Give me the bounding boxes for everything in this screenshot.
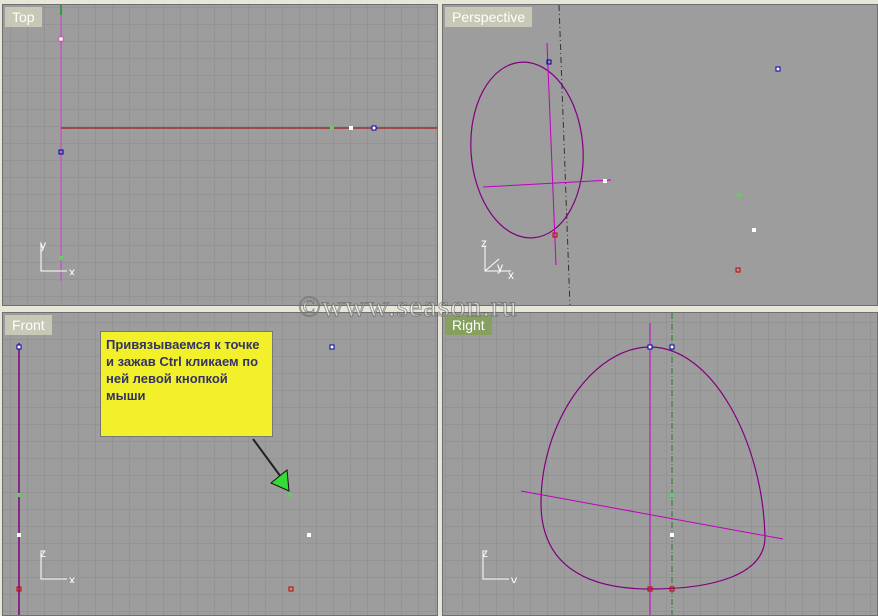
callout-note: Привязываемся к точке и зажав Ctrl клика… [100, 331, 273, 437]
axis-label: z [40, 546, 46, 560]
viewport-label[interactable]: Perspective [445, 7, 533, 27]
axis-label: z [481, 236, 487, 250]
viewport-top[interactable]: Top y x [2, 4, 438, 306]
viewport-label[interactable]: Front [5, 315, 52, 335]
axis-label: y [511, 573, 517, 583]
viewport-label[interactable]: Top [5, 7, 42, 27]
axis-label: x [69, 265, 75, 275]
axis-icon: z y [482, 546, 517, 583]
axis-label: x [69, 573, 75, 583]
axis-label: y [40, 238, 46, 252]
axis-icon: z y x [481, 236, 514, 281]
watermark: ©www.season.ru [298, 290, 518, 324]
axis-label: y [497, 260, 503, 274]
axis-icon: z x [40, 546, 75, 583]
axis-icon: y x [40, 238, 75, 275]
viewport-perspective[interactable]: Perspective z y x [442, 4, 878, 306]
viewport-right[interactable]: Right z y [442, 312, 878, 616]
axis-label: z [482, 546, 488, 560]
axis-label: x [508, 268, 514, 281]
